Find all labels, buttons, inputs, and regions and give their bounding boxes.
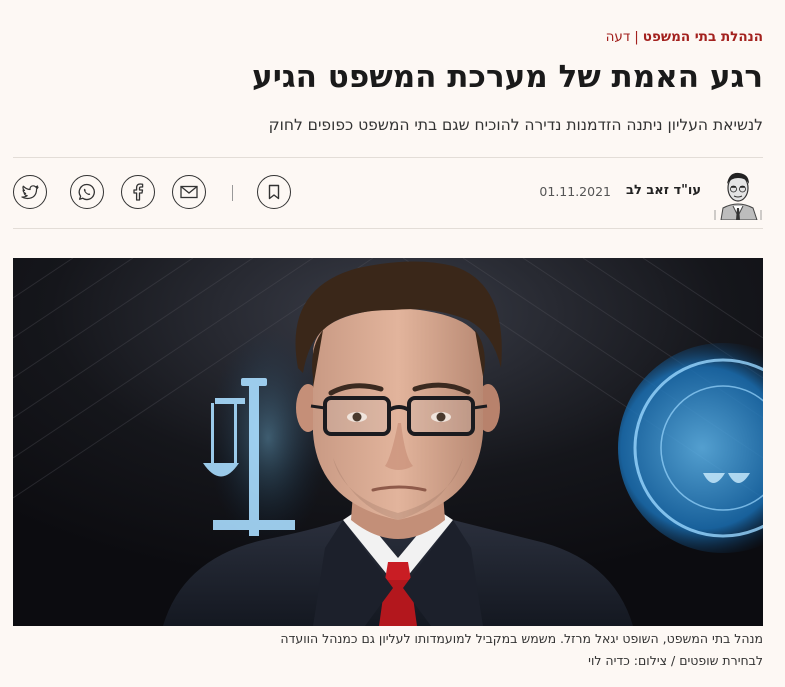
divider-bottom bbox=[13, 228, 763, 229]
breadcrumb: הנהלת בתי המשפט|דעה bbox=[606, 28, 763, 46]
breadcrumb-category-link[interactable]: הנהלת בתי המשפט bbox=[643, 29, 763, 45]
bookmark-button[interactable] bbox=[257, 175, 291, 209]
byline: עו"ד זאב לב 01.11.2021 bbox=[13, 164, 763, 222]
author-avatar[interactable] bbox=[713, 166, 763, 221]
twitter-share-button[interactable] bbox=[13, 175, 47, 209]
facebook-icon bbox=[132, 183, 144, 201]
share-divider bbox=[232, 185, 233, 201]
facebook-share-button[interactable] bbox=[121, 175, 155, 209]
bookmark-icon bbox=[267, 184, 281, 200]
article-subtitle: לנשיאת העליון ניתנה הזדמנות נדירה להוכיח… bbox=[268, 116, 763, 134]
mail-share-button[interactable] bbox=[172, 175, 206, 209]
photo-caption-line-2: לבחירת שופטים / צילום: כדיה לוי bbox=[588, 653, 763, 668]
photo-caption: מנהל בתי המשפט, השופט יגאל מרזל. משמש במ… bbox=[13, 628, 763, 672]
divider-top bbox=[13, 157, 763, 158]
article-photo[interactable] bbox=[13, 258, 763, 626]
photo-caption-line-1: מנהל בתי המשפט, השופט יגאל מרזל. משמש במ… bbox=[280, 631, 763, 646]
twitter-icon bbox=[21, 184, 39, 200]
breadcrumb-section-link[interactable]: דעה bbox=[606, 29, 631, 45]
whatsapp-icon bbox=[78, 183, 96, 201]
breadcrumb-separator: | bbox=[634, 29, 639, 45]
whatsapp-share-button[interactable] bbox=[70, 175, 104, 209]
publish-date: 01.11.2021 bbox=[539, 184, 611, 199]
author-name[interactable]: עו"ד זאב לב bbox=[626, 183, 701, 198]
mail-icon bbox=[180, 185, 198, 199]
article-title: רגע האמת של מערכת המשפט הגיע bbox=[252, 59, 763, 95]
